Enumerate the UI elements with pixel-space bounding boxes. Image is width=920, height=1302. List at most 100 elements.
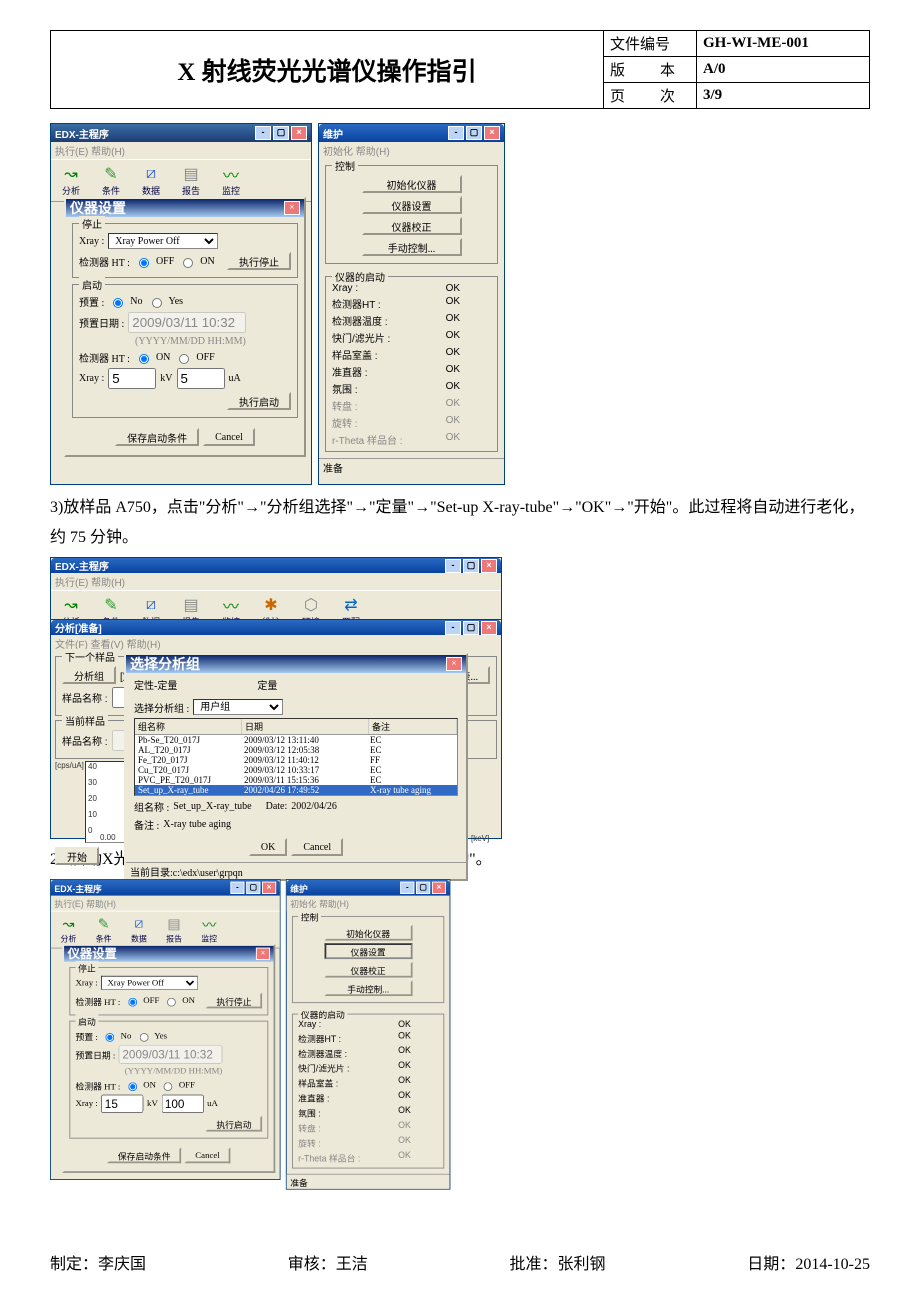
ua-input[interactable] (161, 1095, 203, 1113)
max-icon[interactable]: ▢ (463, 621, 479, 635)
kv-input[interactable] (101, 1095, 143, 1113)
tb-condition[interactable]: ✎条件 (90, 915, 118, 944)
screenshot-2: EDX-主程序‐▢× 执行(E) 帮助(H) ↝分析 ✎条件 ⧄数据 ▤报告 〰… (50, 557, 500, 837)
save-cond-button[interactable]: 保存启动条件 (107, 1147, 181, 1163)
instr3-titlebar: 仪器设置× (64, 946, 273, 962)
status-grid: Xray :OK检测器HT :OK检测器温度 :OK快门/滤光片 :OK样品室盖… (298, 1020, 438, 1164)
close-icon[interactable]: × (291, 126, 307, 140)
tb-analysis[interactable]: ↝分析 (54, 915, 82, 944)
group-listbox[interactable]: 组名称日期备注 Pb-Se_T20_017J2009/03/12 13:11:4… (134, 718, 458, 796)
instr-set-button[interactable]: 仪器设置 (324, 943, 412, 959)
list-item[interactable]: AL_T20_017J2009/03/12 12:05:38EC (135, 745, 457, 755)
start-ht-on[interactable] (128, 1082, 137, 1091)
exec-stop-button[interactable]: 执行停止 (206, 993, 262, 1009)
min-icon[interactable]: ‐ (445, 621, 461, 635)
close-icon[interactable]: × (284, 201, 300, 215)
preset-yes[interactable] (139, 1033, 148, 1042)
max-icon[interactable]: ▢ (246, 882, 260, 894)
kv-input[interactable] (108, 368, 156, 389)
save-cond-button[interactable]: 保存启动条件 (115, 428, 199, 446)
exec-stop-button[interactable]: 执行停止 (227, 252, 291, 270)
manual-ctrl-button[interactable]: 手动控制... (362, 238, 462, 256)
tb-data[interactable]: ⧄数据 (125, 915, 153, 944)
stop-ht-off[interactable] (128, 997, 137, 1006)
preset-no[interactable] (106, 1033, 115, 1042)
maint2-menubar[interactable]: 初始化 帮助(H) (287, 896, 450, 911)
exec-start-button[interactable]: 执行启动 (227, 392, 291, 410)
max-icon[interactable]: ▢ (466, 126, 482, 140)
stop-ht-off[interactable] (139, 258, 149, 268)
doc-no-label: 文件编号 (604, 31, 697, 57)
analysis-group-button[interactable]: 分析组 (62, 666, 116, 684)
close-icon[interactable]: × (481, 559, 497, 573)
tb-monitor[interactable]: 〰监控 (215, 164, 247, 197)
selgrp-select[interactable]: 用户组 (193, 699, 283, 715)
list-item[interactable]: Pb-Se_T20_017J2009/03/12 13:11:40EC (135, 735, 457, 745)
tb-data[interactable]: ⧄数据 (135, 164, 167, 197)
list-item[interactable]: Cu_T20_017J2009/03/12 10:33:17EC (135, 765, 457, 775)
maint-menubar[interactable]: 初始化 帮助(H) (319, 142, 504, 159)
cancel-button[interactable]: Cancel (185, 1147, 231, 1163)
tb-analysis[interactable]: ↝分析 (55, 164, 87, 197)
min-icon[interactable]: ‐ (230, 882, 244, 894)
ua-input[interactable] (177, 368, 225, 389)
edx3-menubar[interactable]: 执行(E) 帮助(H) (51, 896, 280, 911)
para-3: 3)放样品 A750，点击"分析"→"分析组选择"→"定量"→"Set-up X… (50, 493, 870, 553)
edx2-menubar[interactable]: 执行(E) 帮助(H) (51, 573, 501, 590)
max-icon[interactable]: ▢ (416, 882, 430, 894)
maint-statusbar: 准备 (319, 458, 504, 475)
instr-cal-button[interactable]: 仪器校正 (324, 962, 412, 978)
max-icon[interactable]: ▢ (273, 126, 289, 140)
preset-date-input (119, 1045, 223, 1063)
edx2-titlebar: EDX-主程序‐▢× (51, 558, 501, 573)
stop-ht-on[interactable] (183, 258, 193, 268)
close-icon[interactable]: × (256, 948, 270, 960)
status-grid: Xray :OK检测器HT :OK检测器温度 :OK快门/滤光片 :OK样品室盖… (332, 283, 491, 447)
edx-toolbar: ↝分析 ✎条件 ⧄数据 ▤报告 〰监控 (51, 159, 311, 202)
selgrp-titlebar: 选择分析组× (126, 655, 466, 673)
rev: A/0 (697, 57, 870, 83)
screenshot-1: EDX-主程序 ‐▢× 执行(E) 帮助(H) ↝分析 ✎条件 ⧄数据 ▤报告 … (50, 123, 870, 485)
edx-menubar[interactable]: 执行(E) 帮助(H) (51, 142, 311, 159)
list-item[interactable]: Set_up_X-ray_tube2002/04/26 17:49:52X-ra… (135, 785, 457, 795)
tb-condition[interactable]: ✎条件 (95, 164, 127, 197)
close-icon[interactable]: × (484, 126, 500, 140)
start-ht-off[interactable] (179, 354, 189, 364)
close-icon[interactable]: × (432, 882, 446, 894)
list-item[interactable]: Fe_T20_017J2009/03/12 11:40:12FF (135, 755, 457, 765)
min-icon[interactable]: ‐ (400, 882, 414, 894)
analysis-menubar[interactable]: 文件(F) 查看(V) 帮助(H) (51, 635, 501, 652)
start-ht-on[interactable] (139, 354, 149, 364)
manual-ctrl-button[interactable]: 手动控制... (324, 980, 412, 996)
max-icon[interactable]: ▢ (463, 559, 479, 573)
xray-select[interactable]: Xray Power Off (101, 976, 198, 990)
init-instr-button[interactable]: 初始化仪器 (324, 925, 412, 941)
instr-cal-button[interactable]: 仪器校正 (362, 217, 462, 235)
exec-start-button[interactable]: 执行启动 (206, 1116, 262, 1132)
ok-button[interactable]: OK (249, 838, 287, 856)
tb-report[interactable]: ▤报告 (160, 915, 188, 944)
preset-yes[interactable] (152, 298, 162, 308)
stop-ht-on[interactable] (167, 997, 176, 1006)
start-ht-off[interactable] (164, 1082, 173, 1091)
min-icon[interactable]: ‐ (255, 126, 271, 140)
close-icon[interactable]: × (481, 621, 497, 635)
tb-monitor[interactable]: 〰监控 (195, 915, 223, 944)
close-icon[interactable]: × (262, 882, 276, 894)
instr-set-button[interactable]: 仪器设置 (362, 196, 462, 214)
init-instr-button[interactable]: 初始化仪器 (362, 175, 462, 193)
min-icon[interactable]: ‐ (445, 559, 461, 573)
start-button[interactable]: 开始 (55, 847, 99, 865)
header-table: X 射线荧光光谱仪操作指引 文件编号 GH-WI-ME-001 版 本 A/0 … (50, 30, 870, 109)
tab-qual[interactable]: 定性-定量 (134, 677, 177, 692)
tb-report[interactable]: ▤报告 (175, 164, 207, 197)
tab-quant[interactable]: 定量 (257, 677, 277, 692)
maint-titlebar: 维护‐▢× (319, 124, 504, 142)
xray-select[interactable]: Xray Power Off (108, 233, 218, 249)
list-item[interactable]: PVC_PE_T20_017J2009/03/11 15:15:36EC (135, 775, 457, 785)
preset-no[interactable] (113, 298, 123, 308)
close-icon[interactable]: × (446, 657, 462, 671)
cancel-button[interactable]: Cancel (291, 838, 343, 856)
cancel-button[interactable]: Cancel (203, 428, 255, 446)
min-icon[interactable]: ‐ (448, 126, 464, 140)
